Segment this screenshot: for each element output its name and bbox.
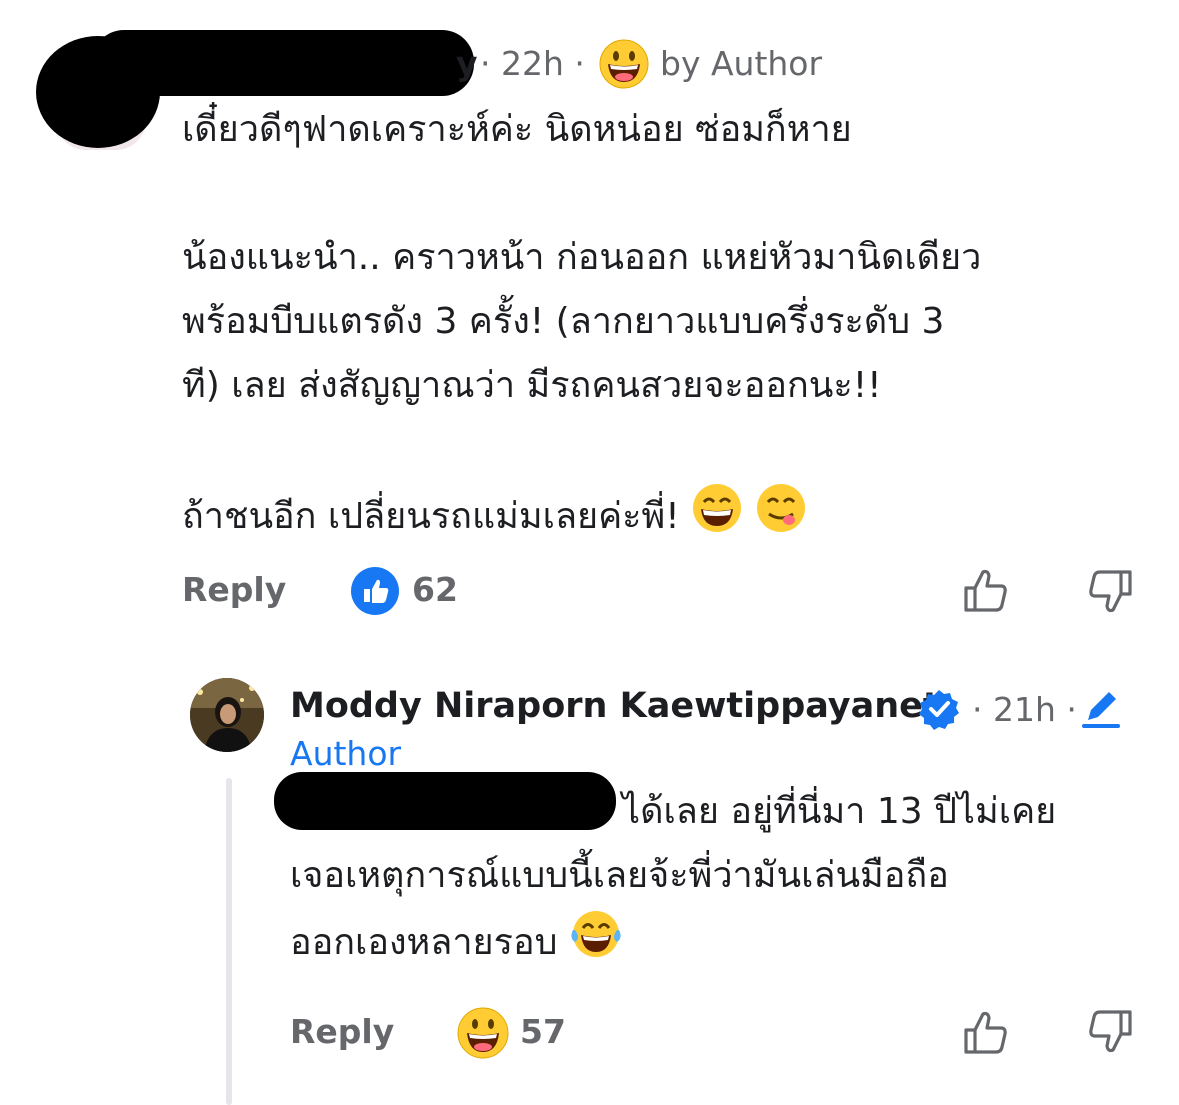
author-reaction-badge: by Author [660,44,823,83]
comment-line: น้องแนะนำ.. คราวหน้า ก่อนออก แหย่หัวมานิ… [182,237,982,278]
comment-line-last: ถ้าชนอีก เปลี่ยนรถแม่มเลยค่ะพี่! [182,482,1162,555]
edit-pencil-icon[interactable] [1080,688,1122,734]
author-name[interactable]: Moddy Niraporn Kaewtippayanet [290,686,940,726]
reply-line-text: ออกเองหลายรอบ [290,922,558,963]
avatar[interactable] [190,678,264,752]
author-label: Author [290,734,402,773]
verified-badge-icon [918,688,960,734]
thumbs-down-icon[interactable] [1084,568,1134,620]
yum-emoji-icon [755,482,807,555]
haha-icon [456,1006,510,1064]
reply-timestamp: · 21h · [972,690,1077,729]
reply-button[interactable]: Reply [182,570,286,609]
reply-body: ได้เลย อยู่ที่นี่มา 13 ปีไม่เคย เจอเหตุก… [290,780,1160,981]
grinning-emoji-icon [598,38,650,94]
comment-paragraph: เดี๋ยวดีๆฟาดเคราะห์ค่ะ นิดหน่อย ซ่อมก็หา… [182,109,852,150]
thumbs-up-icon[interactable] [962,566,1012,618]
reaction-count[interactable]: 57 [520,1012,566,1051]
thread-connector [226,778,232,1105]
redacted-name [92,30,474,96]
commenter-name-suffix: y [456,44,478,83]
grinning-emoji-icon [691,482,743,555]
reaction-count[interactable]: 62 [412,570,458,609]
reply-button[interactable]: Reply [290,1012,394,1051]
comment-line-text: ถ้าชนอีก เปลี่ยนรถแม่มเลยค่ะพี่! [182,496,680,537]
thumbs-down-icon[interactable] [1084,1008,1134,1060]
reply-line-text: ได้เลย อยู่ที่นี่มา 13 ปีไม่เคย [622,791,1057,832]
like-icon [350,566,400,620]
reply-line-last: ออกเองหลายรอบ [290,908,1160,981]
reply-line: เจอเหตุการณ์แบบนี้เลยจ้ะพี่ว่ามันเล่นมือ… [290,855,949,896]
thumbs-up-icon[interactable] [962,1008,1012,1060]
comment-timestamp: · 22h · [480,44,585,83]
tears-of-joy-emoji-icon [569,908,623,981]
comment-body: เดี๋ยวดีๆฟาดเคราะห์ค่ะ นิดหน่อย ซ่อมก็หา… [182,98,1162,555]
reply-line: ได้เลย อยู่ที่นี่มา 13 ปีไม่เคย [290,780,1160,844]
comment-line: ที) เลย ส่งสัญญาณว่า มีรถคนสวยจะออกนะ!! [182,365,882,406]
comment-line: พร้อมบีบแตรดัง 3 ครั้ง! (ลากยาวแบบครึ่งร… [182,301,945,342]
